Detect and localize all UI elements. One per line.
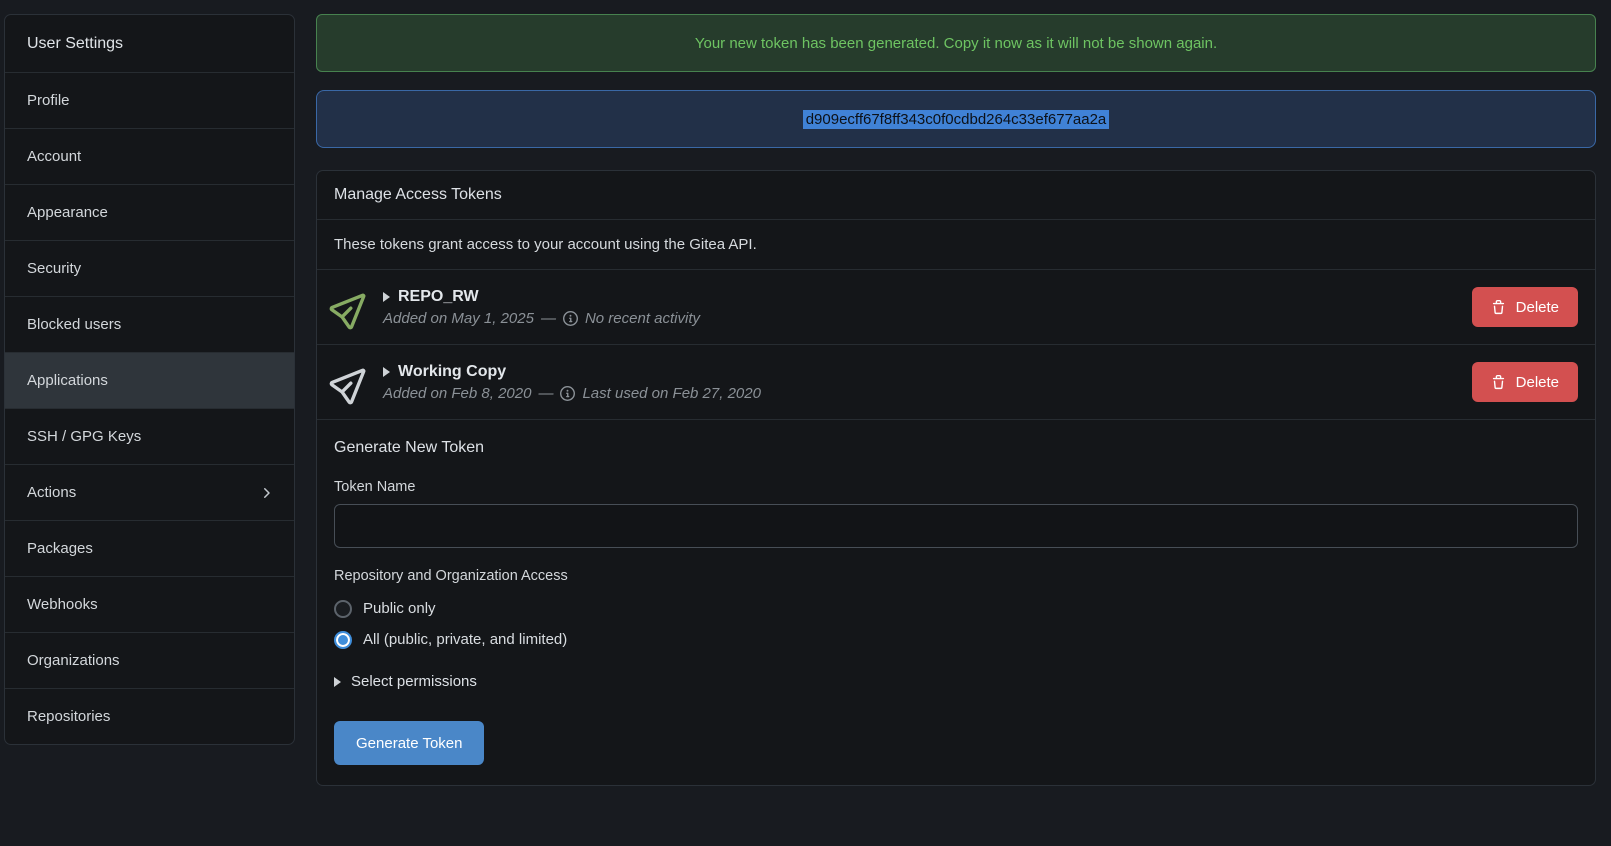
sidebar-item-profile[interactable]: Profile (5, 72, 294, 128)
sidebar-item-appearance[interactable]: Appearance (5, 184, 294, 240)
sidebar-item-webhooks[interactable]: Webhooks (5, 576, 294, 632)
generate-token-button[interactable]: Generate Token (334, 721, 484, 765)
expand-triangle-icon (334, 677, 341, 687)
token-activity: No recent activity (585, 310, 700, 327)
sidebar-item-blocked-users[interactable]: Blocked users (5, 296, 294, 352)
sidebar-item-actions[interactable]: Actions (5, 464, 294, 520)
radio-checked-icon (334, 631, 352, 649)
paper-airplane-icon (327, 357, 378, 408)
panel-title: Manage Access Tokens (317, 171, 1595, 220)
sidebar-item-label: Applications (27, 372, 108, 389)
new-token-value[interactable]: d909ecff67f8ff343c0f0cdbd264c33ef677aa2a (803, 110, 1110, 129)
expand-triangle-icon (383, 367, 390, 377)
token-meta: Added on Feb 8, 2020 — Last used on Feb … (383, 385, 761, 402)
radio-label: Public only (363, 600, 436, 617)
token-row: Working Copy Added on Feb 8, 2020 — Last… (317, 345, 1595, 420)
sidebar-item-label: Blocked users (27, 316, 121, 333)
access-tokens-panel: Manage Access Tokens These tokens grant … (316, 170, 1596, 786)
success-message: Your new token has been generated. Copy … (695, 35, 1217, 52)
sidebar-item-packages[interactable]: Packages (5, 520, 294, 576)
generate-section-title: Generate New Token (334, 439, 1578, 457)
expand-triangle-icon (383, 292, 390, 302)
select-permissions-label: Select permissions (351, 673, 477, 690)
select-permissions-toggle[interactable]: Select permissions (334, 673, 1578, 690)
delete-label: Delete (1516, 374, 1559, 391)
delete-token-button[interactable]: Delete (1472, 362, 1578, 402)
delete-token-button[interactable]: Delete (1472, 287, 1578, 327)
sidebar-item-label: SSH / GPG Keys (27, 428, 141, 445)
new-token-box: d909ecff67f8ff343c0f0cdbd264c33ef677aa2a (316, 90, 1596, 148)
sidebar-item-ssh-gpg-keys[interactable]: SSH / GPG Keys (5, 408, 294, 464)
sidebar-title: User Settings (5, 15, 294, 72)
token-meta: Added on May 1, 2025 — No recent activit… (383, 310, 700, 327)
radio-label: All (public, private, and limited) (363, 631, 567, 648)
sidebar-item-label: Actions (27, 484, 76, 501)
token-name-toggle[interactable]: REPO_RW (383, 288, 700, 306)
token-activity: Last used on Feb 27, 2020 (582, 385, 760, 402)
meta-dash: — (541, 310, 556, 327)
radio-all-access[interactable]: All (public, private, and limited) (334, 624, 1578, 655)
sidebar-item-security[interactable]: Security (5, 240, 294, 296)
page: User Settings Profile Account Appearance… (0, 0, 1611, 802)
radio-public-only[interactable]: Public only (334, 593, 1578, 624)
token-added: Added on May 1, 2025 (383, 310, 534, 327)
main-content: Your new token has been generated. Copy … (316, 14, 1596, 802)
token-info: Working Copy Added on Feb 8, 2020 — Last… (383, 363, 761, 402)
token-name: REPO_RW (398, 288, 479, 306)
meta-dash: — (538, 385, 553, 402)
sidebar-item-label: Packages (27, 540, 93, 557)
access-scope-label: Repository and Organization Access (334, 568, 1578, 584)
trash-icon (1491, 375, 1506, 390)
sidebar-item-repositories[interactable]: Repositories (5, 688, 294, 744)
sidebar-item-account[interactable]: Account (5, 128, 294, 184)
paper-airplane-icon (327, 282, 378, 333)
delete-label: Delete (1516, 299, 1559, 316)
token-row: REPO_RW Added on May 1, 2025 — No recent… (317, 270, 1595, 345)
panel-description: These tokens grant access to your accoun… (317, 220, 1595, 270)
token-name-toggle[interactable]: Working Copy (383, 363, 761, 381)
token-name: Working Copy (398, 363, 506, 381)
sidebar-item-label: Security (27, 260, 81, 277)
chevron-right-icon (258, 485, 274, 501)
sidebar-item-label: Appearance (27, 204, 108, 221)
sidebar-item-label: Account (27, 148, 81, 165)
trash-icon (1491, 300, 1506, 315)
token-name-label: Token Name (334, 479, 1578, 495)
token-added: Added on Feb 8, 2020 (383, 385, 531, 402)
sidebar-item-label: Profile (27, 92, 70, 109)
sidebar-item-label: Repositories (27, 708, 110, 725)
sidebar-item-applications[interactable]: Applications (5, 352, 294, 408)
token-info: REPO_RW Added on May 1, 2025 — No recent… (383, 288, 700, 327)
sidebar-item-label: Organizations (27, 652, 120, 669)
info-icon (563, 311, 578, 326)
success-banner: Your new token has been generated. Copy … (316, 14, 1596, 72)
sidebar-item-label: Webhooks (27, 596, 98, 613)
radio-unchecked-icon (334, 600, 352, 618)
generate-token-section: Generate New Token Token Name Repository… (317, 420, 1595, 785)
sidebar-item-organizations[interactable]: Organizations (5, 632, 294, 688)
token-name-input[interactable] (334, 504, 1578, 548)
info-icon (560, 386, 575, 401)
settings-sidebar: User Settings Profile Account Appearance… (4, 14, 295, 745)
